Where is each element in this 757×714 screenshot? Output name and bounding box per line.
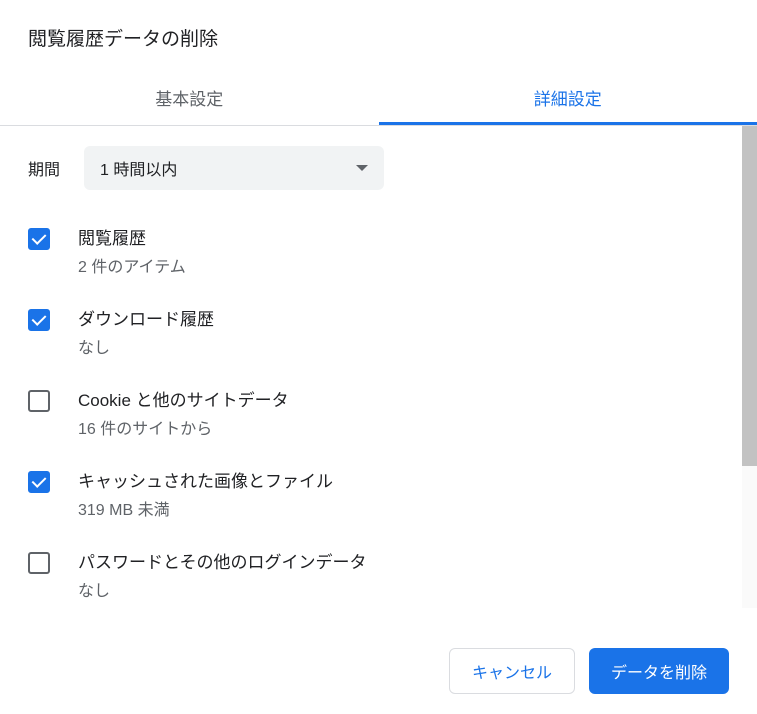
checkbox-cookies[interactable]: [28, 390, 50, 412]
confirm-button[interactable]: データを削除: [589, 648, 729, 694]
item-title: パスワードとその他のログインデータ: [78, 548, 729, 573]
item-subtitle: 2 件のアイテム: [78, 253, 729, 277]
dialog-title: 閲覧履歴データの削除: [0, 0, 757, 71]
content-wrapper: 期間 1 時間以内 閲覧履歴2 件のアイテムダウンロード履歴なしCookie と…: [0, 126, 757, 608]
item-cache: キャッシュされた画像とファイル 319 MB 未満: [28, 453, 729, 534]
item-title: Cookie と他のサイトデータ: [78, 386, 729, 411]
item-title: 閲覧履歴: [78, 224, 729, 249]
time-range-select[interactable]: 1 時間以内: [84, 146, 384, 190]
tab-basic[interactable]: 基本設定: [0, 71, 379, 125]
scrollbar-track[interactable]: [742, 126, 757, 608]
item-title: キャッシュされた画像とファイル: [78, 467, 729, 492]
checkbox-cache[interactable]: [28, 471, 50, 493]
chevron-down-icon: [356, 165, 368, 171]
item-title: ダウンロード履歴: [78, 305, 729, 330]
item-subtitle: 16 件のサイトから: [78, 415, 729, 439]
checkbox-download-history[interactable]: [28, 309, 50, 331]
item-subtitle: なし: [78, 334, 729, 358]
item-cookies: Cookie と他のサイトデータ 16 件のサイトから: [28, 372, 729, 453]
time-range-row: 期間 1 時間以内: [28, 126, 729, 210]
dialog-footer: キャンセル データを削除: [0, 628, 757, 714]
time-range-value: 1 時間以内: [100, 156, 177, 180]
item-passwords: パスワードとその他のログインデータなし: [28, 534, 729, 608]
cancel-button[interactable]: キャンセル: [449, 648, 575, 694]
item-browsing-history: 閲覧履歴 2 件のアイテム: [28, 210, 729, 291]
tab-advanced[interactable]: 詳細設定: [379, 71, 757, 125]
scrollbar-thumb[interactable]: [742, 126, 757, 466]
item-text: 閲覧履歴 2 件のアイテム: [78, 224, 729, 277]
item-text: Cookie と他のサイトデータ 16 件のサイトから: [78, 386, 729, 439]
item-subtitle: 319 MB 未満: [78, 496, 729, 520]
tabs: 基本設定 詳細設定: [0, 71, 757, 126]
checkbox-browsing-history[interactable]: [28, 228, 50, 250]
item-text: ダウンロード履歴なし: [78, 305, 729, 358]
item-text: キャッシュされた画像とファイル 319 MB 未満: [78, 467, 729, 520]
item-text: パスワードとその他のログインデータなし: [78, 548, 729, 601]
item-subtitle: なし: [78, 577, 729, 601]
time-range-label: 期間: [28, 156, 84, 180]
checkbox-passwords[interactable]: [28, 552, 50, 574]
scroll-area[interactable]: 期間 1 時間以内 閲覧履歴2 件のアイテムダウンロード履歴なしCookie と…: [0, 126, 757, 608]
item-download-history: ダウンロード履歴なし: [28, 291, 729, 372]
